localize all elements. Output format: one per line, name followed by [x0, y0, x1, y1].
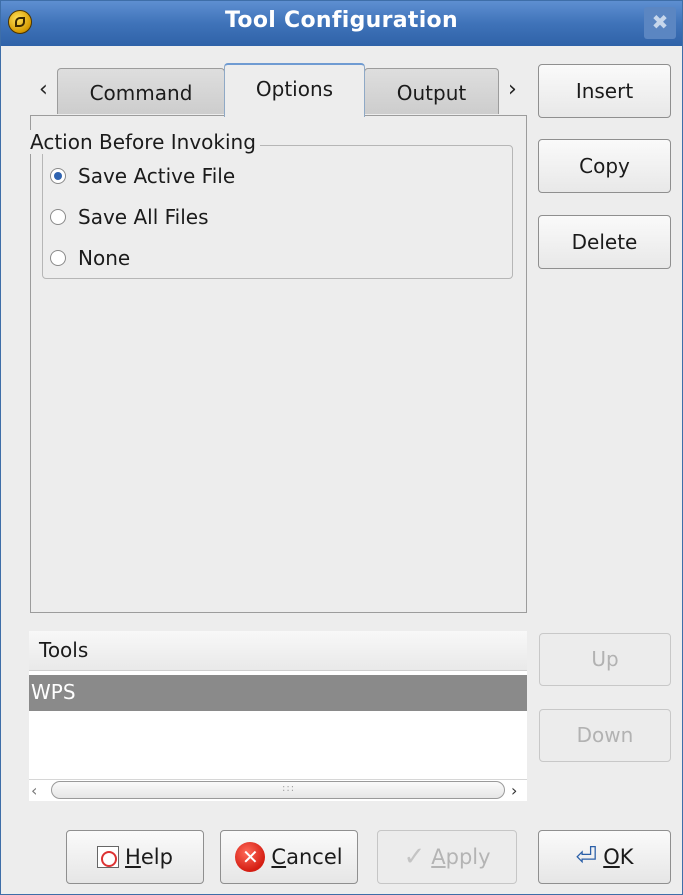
- radio-label: None: [78, 246, 131, 270]
- window-title: Tool Configuration: [225, 8, 458, 33]
- tab-scroll-left-icon[interactable]: ‹: [39, 77, 48, 102]
- enter-arrow-icon: ⏎: [575, 842, 598, 872]
- horizontal-scrollbar[interactable]: ‹ ::: ›: [29, 779, 527, 801]
- tab-scroll-right-icon[interactable]: ›: [508, 77, 517, 102]
- scroll-grip-icon: :::: [282, 783, 296, 794]
- options-panel: [30, 115, 527, 613]
- ok-button[interactable]: ⏎ OK: [538, 830, 671, 884]
- radio-label: Save Active File: [78, 164, 236, 188]
- apply-button[interactable]: ✓ Apply: [377, 830, 517, 884]
- tools-list[interactable]: WPS: [29, 671, 527, 779]
- help-icon: [97, 846, 120, 868]
- close-icon[interactable]: ✖: [644, 7, 676, 39]
- tab-options[interactable]: Options: [224, 63, 365, 117]
- tab-command[interactable]: Command: [57, 68, 225, 114]
- cancel-label: Cancel: [271, 845, 343, 869]
- group-title: Action Before Invoking: [26, 130, 260, 154]
- tab-output[interactable]: Output: [364, 68, 499, 114]
- delete-button[interactable]: Delete: [538, 215, 671, 269]
- cancel-button[interactable]: ✕ Cancel: [220, 830, 358, 884]
- radio-unchecked-icon[interactable]: [50, 209, 66, 225]
- scroll-left-icon[interactable]: ‹: [31, 781, 37, 800]
- radio-checked-icon[interactable]: [50, 168, 66, 184]
- help-button[interactable]: Help: [66, 830, 204, 884]
- help-label: Help: [125, 845, 173, 869]
- down-button[interactable]: Down: [539, 709, 671, 762]
- tab-options-label: Options: [255, 77, 334, 101]
- title-bar[interactable]: Tool Configuration ✖: [1, 1, 682, 46]
- tab-output-label: Output: [396, 81, 467, 105]
- scrollbar-thumb[interactable]: :::: [51, 781, 505, 799]
- tool-configuration-dialog: Tool Configuration ✖ ‹ Command Options O…: [0, 0, 683, 895]
- radio-label: Save All Files: [78, 205, 209, 229]
- cancel-icon: ✕: [235, 842, 266, 872]
- checkmark-icon: ✓: [403, 842, 426, 872]
- tools-column-header[interactable]: Tools: [29, 631, 527, 671]
- copy-button[interactable]: Copy: [538, 139, 671, 193]
- radio-none[interactable]: None: [50, 246, 130, 270]
- radio-save-all-files[interactable]: Save All Files: [50, 205, 209, 229]
- tools-row-selected[interactable]: WPS: [29, 675, 527, 711]
- tools-header-label: Tools: [39, 638, 89, 662]
- radio-save-active-file[interactable]: Save Active File: [50, 164, 235, 188]
- tab-command-label: Command: [89, 81, 193, 105]
- ok-label: OK: [603, 845, 634, 869]
- tools-row-label: WPS: [31, 680, 76, 704]
- insert-button[interactable]: Insert: [538, 64, 671, 118]
- scroll-right-icon[interactable]: ›: [511, 781, 517, 800]
- radio-unchecked-icon[interactable]: [50, 250, 66, 266]
- apply-label: Apply: [431, 845, 491, 869]
- up-button[interactable]: Up: [539, 633, 671, 686]
